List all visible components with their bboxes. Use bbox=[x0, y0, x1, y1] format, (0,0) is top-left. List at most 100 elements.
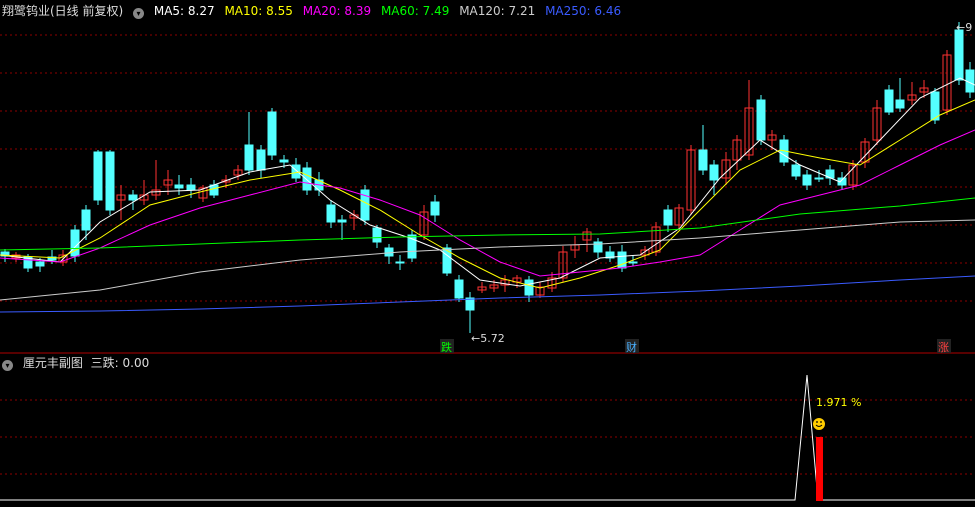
candle-down bbox=[524, 276, 534, 302]
candle-up bbox=[686, 145, 696, 215]
candle-down bbox=[837, 172, 847, 190]
candle-body bbox=[756, 99, 766, 141]
candle-body bbox=[105, 151, 115, 211]
kline-chart[interactable]: ←5.72 ←9 跌 财 涨 1.971 % bbox=[0, 0, 975, 507]
ma20-value: MA20: 8.39 bbox=[302, 4, 372, 18]
candle-body bbox=[802, 174, 812, 186]
ma20-line bbox=[0, 129, 975, 277]
candle-body bbox=[709, 164, 719, 181]
candle-body bbox=[326, 204, 336, 223]
candle-body bbox=[337, 219, 347, 223]
candle-body bbox=[279, 159, 289, 163]
candle-up bbox=[907, 82, 917, 105]
candle-down bbox=[663, 205, 673, 232]
marker-label: 涨 bbox=[938, 341, 949, 354]
candle-up bbox=[570, 236, 580, 258]
candle-body bbox=[291, 164, 301, 179]
main-chart-header: 翔鹭钨业(日线 前复权) ▾ MA5: 8.27 MA10: 8.55 MA20… bbox=[2, 3, 627, 19]
ma120-value: MA120: 7.21 bbox=[459, 4, 536, 18]
candle-body bbox=[244, 144, 254, 171]
candle-down bbox=[593, 238, 603, 258]
candle-up bbox=[139, 180, 149, 205]
candle-body bbox=[128, 194, 138, 201]
candle-up bbox=[721, 152, 731, 185]
candle-body bbox=[302, 167, 312, 191]
smiley-icon bbox=[813, 418, 825, 430]
candle-body bbox=[895, 99, 905, 109]
candle-up bbox=[419, 205, 429, 240]
candle-down bbox=[337, 215, 347, 240]
candle-body bbox=[698, 149, 708, 171]
candle-body bbox=[267, 111, 277, 156]
percent-label: 1.971 % bbox=[816, 396, 861, 409]
candle-body bbox=[372, 227, 382, 243]
candle-up bbox=[872, 100, 882, 145]
candle-down bbox=[256, 145, 266, 178]
candle-body bbox=[93, 151, 103, 201]
candle-down bbox=[174, 175, 184, 195]
candle-body bbox=[814, 177, 824, 180]
candle-down bbox=[884, 85, 894, 115]
candle-up bbox=[582, 228, 592, 252]
candle-down bbox=[244, 112, 254, 175]
marker-label: 财 bbox=[626, 340, 637, 354]
ma5-value: MA5: 8.27 bbox=[153, 4, 215, 18]
candle-body bbox=[384, 247, 394, 257]
stock-title: 翔鹭钨业(日线 前复权) bbox=[2, 4, 124, 18]
candle-body bbox=[628, 261, 638, 264]
candle-body bbox=[954, 29, 964, 81]
candle-body bbox=[209, 184, 219, 196]
sub-chart-header: ▾ 厘元丰副图 三跌: 0.00 bbox=[2, 355, 155, 371]
candle-body bbox=[454, 279, 464, 299]
candle-body bbox=[430, 201, 440, 216]
chart-marks: ←5.72 ←9 跌 财 涨 1.971 % bbox=[440, 21, 972, 409]
candle-down bbox=[454, 275, 464, 302]
candle-body bbox=[395, 261, 405, 264]
settings-circle-icon[interactable]: ▾ bbox=[2, 360, 13, 371]
candle-down bbox=[605, 246, 615, 262]
smiley-eye bbox=[816, 421, 818, 423]
candle-down bbox=[81, 205, 91, 240]
candle-down bbox=[360, 185, 370, 225]
candles bbox=[0, 22, 975, 333]
ma10-value: MA10: 8.55 bbox=[224, 4, 293, 18]
marker-label: 跌 bbox=[441, 340, 452, 354]
candle-body bbox=[524, 279, 534, 296]
sub-chart bbox=[0, 374, 975, 501]
candle-down bbox=[430, 195, 440, 222]
candle-up bbox=[919, 80, 929, 98]
candle-down bbox=[267, 108, 277, 160]
smiley-eye bbox=[820, 421, 822, 423]
candle-down bbox=[395, 255, 405, 270]
candle-body bbox=[35, 261, 45, 267]
signal-bar bbox=[816, 437, 823, 501]
candle-down bbox=[802, 170, 812, 190]
ma250-value: MA250: 6.46 bbox=[545, 4, 622, 18]
candle-up bbox=[942, 50, 952, 115]
candle-down bbox=[407, 230, 417, 262]
candle-body bbox=[884, 89, 894, 113]
candle-down bbox=[825, 165, 835, 185]
candle-down bbox=[384, 244, 394, 264]
candle-down bbox=[326, 200, 336, 228]
candle-down bbox=[93, 150, 103, 205]
candle-body bbox=[791, 164, 801, 177]
candle-body bbox=[174, 184, 184, 189]
candle-down bbox=[965, 62, 975, 98]
candle-up bbox=[116, 185, 126, 220]
sub-chart-title: 厘元丰副图 bbox=[22, 356, 83, 370]
candle-down bbox=[756, 95, 766, 145]
ma60-line bbox=[0, 197, 975, 251]
candle-down bbox=[302, 162, 312, 195]
candle-down bbox=[465, 292, 475, 333]
candle-up bbox=[535, 282, 545, 298]
high-price-label: ←9 bbox=[956, 21, 972, 34]
candle-up bbox=[151, 160, 161, 200]
candle-down bbox=[895, 78, 905, 112]
ma120-line bbox=[0, 219, 975, 301]
candle-body bbox=[81, 209, 91, 231]
candle-down bbox=[105, 150, 115, 215]
candle-up bbox=[477, 282, 487, 293]
settings-circle-icon[interactable]: ▾ bbox=[133, 8, 145, 19]
low-price-label: ←5.72 bbox=[471, 332, 505, 345]
